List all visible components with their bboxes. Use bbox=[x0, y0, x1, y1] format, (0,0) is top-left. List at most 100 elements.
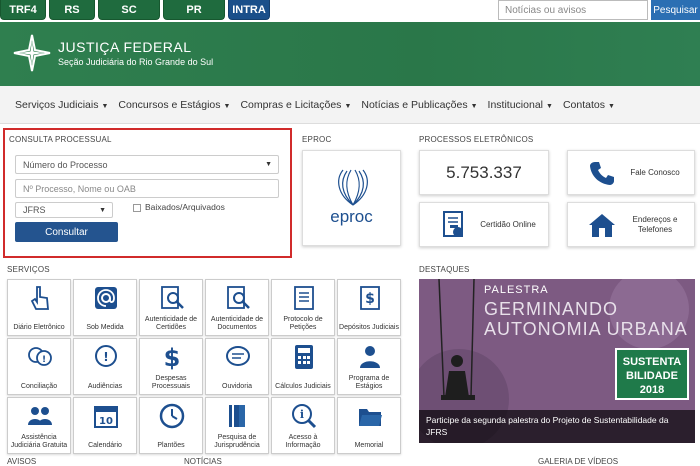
nav-servicos-judiciais[interactable]: Serviços Judiciais ▼ bbox=[15, 99, 108, 111]
dollar-icon: $ bbox=[164, 344, 181, 370]
folder-icon bbox=[359, 409, 382, 426]
servico-label: Audiências bbox=[87, 383, 123, 390]
caret-down-icon: ▼ bbox=[344, 102, 352, 110]
consultar-button[interactable]: Consultar bbox=[15, 222, 118, 242]
nav-concursos[interactable]: Concursos e Estágios ▼ bbox=[118, 99, 230, 111]
servico-label: Conciliação bbox=[20, 383, 58, 390]
servico-depositos-judiciais[interactable]: $ Depósitos Judiciais bbox=[337, 279, 401, 336]
clock-icon bbox=[159, 403, 185, 429]
eproc-logo-icon bbox=[338, 169, 368, 206]
nav-contatos[interactable]: Contatos ▼ bbox=[563, 99, 615, 111]
search-button[interactable]: Pesquisar bbox=[651, 0, 700, 20]
caret-down-icon: ▼ bbox=[223, 102, 231, 110]
servico-label: Memorial bbox=[354, 442, 384, 449]
servico-label: Calendário bbox=[88, 442, 122, 449]
nav-compras[interactable]: Compras e Licitações ▼ bbox=[240, 99, 351, 111]
document-search-icon bbox=[161, 286, 184, 309]
servico-diario-eletronico[interactable]: Diário Eletrônico bbox=[7, 279, 71, 336]
people-icon bbox=[28, 407, 52, 425]
consulta-title: CONSULTA PROCESSUAL bbox=[9, 135, 112, 144]
nav-noticias[interactable]: Notícias e Publicações ▼ bbox=[361, 99, 477, 111]
site-title: JUSTIÇA FEDERAL bbox=[58, 39, 192, 55]
baixados-checkbox[interactable] bbox=[133, 204, 141, 212]
certificate-icon bbox=[440, 210, 468, 239]
process-type-select[interactable]: Número do Processo ▼ bbox=[15, 155, 279, 174]
banner-line1: GERMINANDO bbox=[484, 299, 619, 319]
noticias-title: NOTÍCIAS bbox=[184, 457, 222, 466]
avisos-title: AVISOS bbox=[7, 457, 37, 466]
eproc-title: EPROC bbox=[302, 135, 332, 144]
caret-down-icon: ▼ bbox=[101, 102, 109, 110]
servico-label: Autenticidade de Documentos bbox=[210, 316, 264, 331]
servico-ouvidoria[interactable]: Ouvidoria bbox=[205, 338, 269, 395]
person-icon bbox=[360, 346, 380, 368]
caret-down-icon: ▼ bbox=[99, 206, 106, 214]
speech-bubbles-icon: ! bbox=[28, 347, 52, 366]
book-icon bbox=[229, 405, 245, 427]
servico-label: Pesquisa de Jurisprudência bbox=[214, 434, 260, 449]
servico-memorial[interactable]: Memorial bbox=[337, 397, 401, 454]
hand-pointer-icon bbox=[30, 286, 49, 310]
search-input[interactable]: Notícias ou avisos bbox=[498, 0, 648, 20]
servico-pesquisa-jurisprudencia[interactable]: Pesquisa de Jurisprudência bbox=[205, 397, 269, 454]
servico-despesas-processuais[interactable]: $ Despesas Processuais bbox=[139, 338, 203, 395]
servico-acesso-informacao[interactable]: i Acesso à Informação bbox=[271, 397, 335, 454]
chat-lines-icon bbox=[226, 346, 250, 366]
servico-calculos-judiciais[interactable]: Cálculos Judiciais bbox=[271, 338, 335, 395]
servico-conciliacao[interactable]: ! Conciliação bbox=[7, 338, 71, 395]
servico-label: Despesas Processuais bbox=[151, 375, 191, 390]
house-icon bbox=[588, 211, 616, 239]
servicos-title: SERVIÇOS bbox=[7, 265, 50, 274]
consulta-processual-panel: CONSULTA PROCESSUAL Número do Processo ▼ … bbox=[3, 128, 292, 258]
servico-label: Cálculos Judiciais bbox=[275, 383, 331, 390]
servico-autenticidade-certidoes[interactable]: Autenticidade de Certidões bbox=[139, 279, 203, 336]
servico-assistencia-judiciaria[interactable]: Assistência Judiciária Gratuita bbox=[7, 397, 71, 454]
phone-icon bbox=[588, 159, 616, 187]
site-subtitle: Seção Judiciária do Rio Grande do Sul bbox=[58, 57, 214, 67]
eproc-card[interactable]: eproc bbox=[302, 150, 401, 246]
org-select[interactable]: JFRS ▼ bbox=[15, 202, 113, 218]
calendar-icon: 10 bbox=[94, 406, 118, 428]
caret-down-icon: ▼ bbox=[470, 102, 478, 110]
servico-programa-estagios[interactable]: Programa de Estágios bbox=[337, 338, 401, 395]
servico-label: Diário Eletrônico bbox=[13, 324, 65, 331]
servico-autenticidade-documentos[interactable]: Autenticidade de Documentos bbox=[205, 279, 269, 336]
justica-federal-logo-icon[interactable] bbox=[12, 33, 52, 73]
nav-institucional[interactable]: Institucional ▼ bbox=[488, 99, 553, 111]
servico-protocolo-peticoes[interactable]: Protocolo de Petições bbox=[271, 279, 335, 336]
top-bar: TRF4 RS SC PR INTRA Notícias ou avisos P… bbox=[0, 0, 700, 22]
tab-pr[interactable]: PR bbox=[163, 0, 225, 20]
eproc-logo-text: eproc bbox=[330, 207, 373, 226]
processos-title: PROCESSOS ELETRÔNICOS bbox=[419, 135, 534, 144]
svg-text:10: 10 bbox=[99, 416, 113, 427]
certidao-online-label: Certidão Online bbox=[480, 219, 536, 229]
tab-trf4[interactable]: TRF4 bbox=[0, 0, 46, 20]
tab-rs[interactable]: RS bbox=[49, 0, 95, 20]
tab-sc[interactable]: SC bbox=[98, 0, 160, 20]
servico-audiencias[interactable]: ! Audiências bbox=[73, 338, 137, 395]
processos-count: 5.753.337 bbox=[419, 150, 549, 195]
servico-label: Sob Medida bbox=[86, 324, 124, 331]
servico-calendario[interactable]: 10 Calendário bbox=[73, 397, 137, 454]
svg-text:!: ! bbox=[103, 350, 108, 364]
calculator-icon bbox=[295, 345, 313, 369]
at-sign-icon bbox=[95, 287, 117, 309]
servico-label: Acesso à Informação bbox=[285, 434, 321, 449]
svg-text:$: $ bbox=[365, 291, 375, 307]
info-search-icon: i bbox=[292, 404, 317, 429]
certidao-online-button[interactable]: Certidão Online bbox=[419, 202, 549, 247]
destaque-banner[interactable]: PALESTRA GERMINANDO AUTONOMIA URBANA SUS… bbox=[419, 279, 695, 443]
servico-label: Assistência Judiciária Gratuita bbox=[10, 434, 68, 449]
document-search-icon bbox=[227, 286, 250, 309]
destaques-title: DESTAQUES bbox=[419, 265, 470, 274]
portal-tabs: TRF4 RS SC PR INTRA bbox=[0, 0, 273, 20]
enderecos-button[interactable]: Endereços e Telefones bbox=[567, 202, 695, 247]
fale-conosco-button[interactable]: Fale Conosco bbox=[567, 150, 695, 195]
process-search-input[interactable]: Nº Processo, Nome ou OAB bbox=[15, 179, 279, 198]
dollar-document-icon: $ bbox=[360, 286, 380, 310]
servico-plantoes[interactable]: Plantões bbox=[139, 397, 203, 454]
servico-sob-medida[interactable]: Sob Medida bbox=[73, 279, 137, 336]
tab-intra[interactable]: INTRA bbox=[228, 0, 270, 20]
servico-label: Autenticidade de Certidões bbox=[144, 316, 198, 331]
banner-caption[interactable]: Participe da segunda palestra do Projeto… bbox=[419, 410, 695, 443]
